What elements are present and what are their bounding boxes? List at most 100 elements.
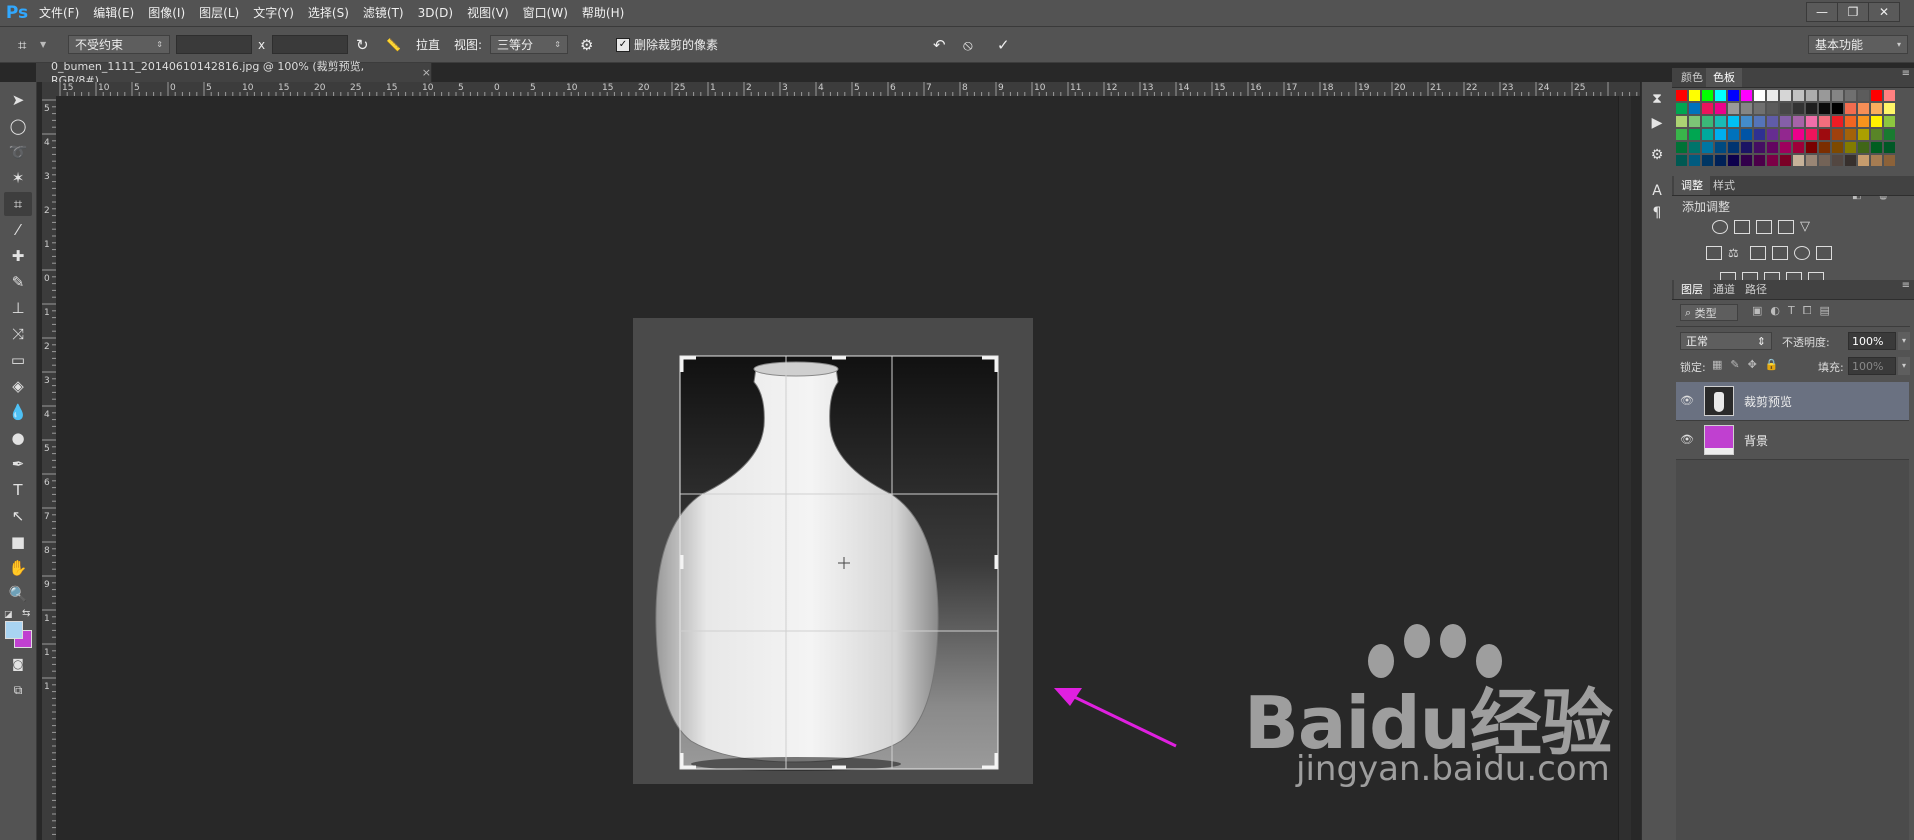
brush-tool-icon[interactable]: ✎ [4, 270, 32, 294]
chevron-down-icon[interactable]: ▾ [1898, 357, 1910, 375]
height-field[interactable] [272, 35, 348, 54]
color-swatch[interactable] [1702, 116, 1713, 127]
color-swatch[interactable] [1728, 103, 1739, 114]
close-tab-icon[interactable]: × [422, 66, 431, 79]
color-swatch[interactable] [1780, 116, 1791, 127]
color-swatch[interactable] [1676, 142, 1687, 153]
color-swatch[interactable] [1884, 155, 1895, 166]
ruler-origin[interactable] [42, 82, 56, 96]
vertical-scrollbar[interactable] [1618, 96, 1631, 840]
color-swatch[interactable] [1780, 142, 1791, 153]
color-swatch[interactable] [1689, 129, 1700, 140]
color-swatch[interactable] [1780, 90, 1791, 101]
color-swatch[interactable] [1754, 90, 1765, 101]
actions-panel-icon[interactable]: ▶ [1645, 112, 1669, 134]
color-swatch[interactable] [1741, 103, 1752, 114]
color-swatch[interactable] [1884, 142, 1895, 153]
color-swatch[interactable] [1858, 90, 1869, 101]
color-swatch[interactable] [1884, 129, 1895, 140]
color-swatch[interactable] [1884, 90, 1895, 101]
color-swatch[interactable] [1832, 142, 1843, 153]
color-swatch[interactable] [1858, 155, 1869, 166]
tab-color[interactable]: 颜色 [1674, 68, 1710, 87]
color-swatch[interactable] [1858, 129, 1869, 140]
document-tab[interactable]: 0_bumen_1111_20140610142816.jpg @ 100% (… [36, 60, 432, 87]
canvas-area[interactable]: Baidu经验 jingyan.baidu.com [56, 96, 1640, 840]
color-swatch[interactable] [1715, 90, 1726, 101]
color-swatch[interactable] [1741, 155, 1752, 166]
tab-channels[interactable]: 通道 [1706, 280, 1742, 299]
color-swatch[interactable] [1845, 116, 1856, 127]
move-tool-icon[interactable]: ➤ [4, 88, 32, 112]
color-swatch[interactable] [1845, 155, 1856, 166]
visibility-eye-icon[interactable]: 👁 [1680, 433, 1694, 446]
tab-swatches[interactable]: 色板 [1706, 68, 1742, 87]
horizontal-ruler[interactable]: 15 10 5 0 5 10 15 20 25 15 10 5 0 5 10 15 20 25 1 2 3 4 5 6 7 8 9 1… [56, 82, 1640, 97]
lock-icons[interactable]: ▦✎✥🔒 [1712, 358, 1787, 371]
straighten-label[interactable]: 拉直 [416, 35, 440, 54]
foreground-color-swatch[interactable] [5, 621, 23, 639]
color-swatch[interactable] [1871, 90, 1882, 101]
color-swatch[interactable] [1689, 90, 1700, 101]
history-brush-tool-icon[interactable]: ⤨ [4, 322, 32, 346]
color-swatch[interactable] [1754, 129, 1765, 140]
color-swatch[interactable] [1728, 116, 1739, 127]
path-selection-tool-icon[interactable]: ↖ [4, 504, 32, 528]
screen-mode-icon[interactable]: ⧉ [4, 678, 32, 702]
color-swatch[interactable] [1754, 155, 1765, 166]
color-swatch[interactable] [1793, 116, 1804, 127]
layer-row-background[interactable]: 👁 背景 [1676, 421, 1909, 460]
panel-menu-icon[interactable]: ≡ [1902, 280, 1910, 291]
hue-saturation-icon[interactable] [1706, 246, 1722, 260]
color-swatch[interactable] [1845, 129, 1856, 140]
layer-row-crop-preview[interactable]: 👁 裁剪预览 [1676, 382, 1909, 421]
color-swatch[interactable] [1767, 129, 1778, 140]
color-swatch[interactable] [1689, 103, 1700, 114]
dodge-tool-icon[interactable]: ● [4, 426, 32, 450]
color-swatch[interactable] [1767, 103, 1778, 114]
color-swatch[interactable] [1741, 116, 1752, 127]
color-swatch[interactable] [1780, 103, 1791, 114]
color-swatch[interactable] [1793, 103, 1804, 114]
tool-preset-arrow-icon[interactable]: ▼ [40, 35, 46, 54]
color-swatch[interactable] [1689, 142, 1700, 153]
straighten-icon[interactable]: 📏 [386, 35, 401, 54]
color-swatch[interactable] [1832, 129, 1843, 140]
fill-input[interactable]: 100% [1848, 357, 1896, 375]
color-swatch[interactable] [1806, 90, 1817, 101]
menu-window[interactable]: 窗口(W) [516, 0, 575, 26]
zoom-tool-icon[interactable]: 🔍 [4, 582, 32, 606]
color-swatch[interactable] [1715, 129, 1726, 140]
quick-mask-icon[interactable]: ◙ [4, 652, 32, 676]
opacity-input[interactable]: 100% [1848, 332, 1896, 350]
color-swatch[interactable] [1884, 103, 1895, 114]
color-swatch[interactable] [1676, 129, 1687, 140]
channel-mixer-icon[interactable] [1794, 246, 1810, 260]
chevron-down-icon[interactable]: ▾ [1898, 332, 1910, 350]
menu-select[interactable]: 选择(S) [301, 0, 356, 26]
color-swatch[interactable] [1793, 142, 1804, 153]
properties-panel-icon[interactable]: ⚙ [1645, 144, 1669, 166]
color-swatch[interactable] [1806, 103, 1817, 114]
color-swatch[interactable] [1676, 155, 1687, 166]
pen-tool-icon[interactable]: ✒ [4, 452, 32, 476]
color-swatch[interactable] [1845, 103, 1856, 114]
menu-layer[interactable]: 图层(L) [192, 0, 246, 26]
color-swatch[interactable] [1793, 129, 1804, 140]
color-swatch[interactable] [1702, 129, 1713, 140]
black-white-icon[interactable] [1750, 246, 1766, 260]
color-swatch[interactable] [1741, 129, 1752, 140]
color-lookup-icon[interactable] [1816, 246, 1832, 260]
color-swatch[interactable] [1754, 142, 1765, 153]
menu-type[interactable]: 文字(Y) [246, 0, 301, 26]
ratio-preset-dropdown[interactable]: 不受约束 ⇕ [68, 35, 170, 54]
color-swatch[interactable] [1767, 155, 1778, 166]
eraser-tool-icon[interactable]: ▭ [4, 348, 32, 372]
color-swatch[interactable] [1767, 90, 1778, 101]
color-swatch[interactable] [1858, 142, 1869, 153]
clone-stamp-tool-icon[interactable]: ⊥ [4, 296, 32, 320]
settings-gear-icon[interactable]: ⚙ [580, 35, 593, 54]
color-swatch[interactable] [1676, 116, 1687, 127]
color-swatch[interactable] [1702, 90, 1713, 101]
crop-tool-icon[interactable]: ⌗ [18, 35, 26, 54]
